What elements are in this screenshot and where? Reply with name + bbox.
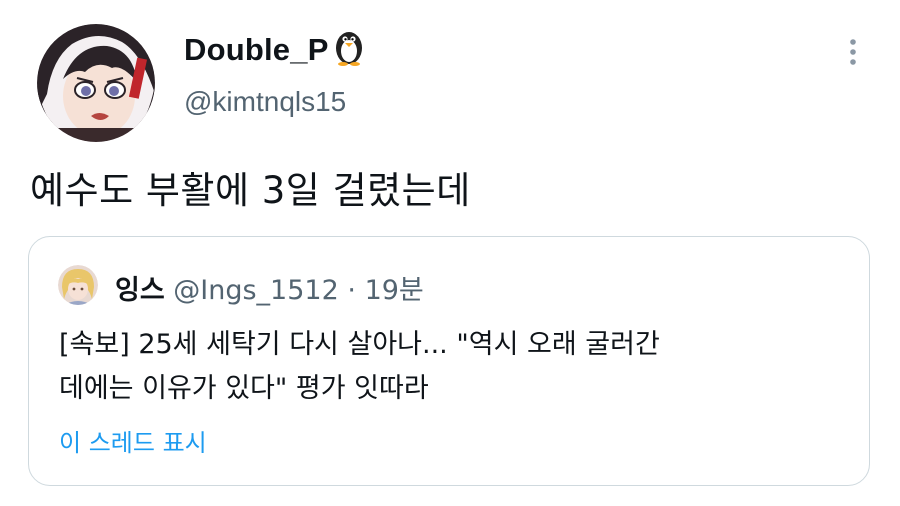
more-vertical-icon[interactable] (843, 34, 863, 70)
penguin-icon (332, 28, 366, 70)
author-handle[interactable]: @kimtnqls15 (184, 86, 346, 118)
quote-author-name[interactable]: 잉스 (115, 275, 165, 306)
quote-author-handle[interactable]: @Ings_1512 (173, 275, 339, 306)
author-name-row[interactable]: Double_P (184, 30, 366, 70)
tweet-text: 예수도 부활에 3일 걸렸는데 (30, 169, 471, 212)
quote-timestamp[interactable]: 19분 (365, 275, 424, 306)
author-avatar[interactable] (37, 24, 155, 142)
author-display-name[interactable]: Double_P (184, 32, 329, 68)
quote-text: [속보] 25세 세탁기 다시 살아나... "역시 오래 굴러간 데에는 이유… (59, 323, 660, 411)
quote-tweet-card[interactable]: 잉스 @Ings_1512 · 19분 [속보] 25세 세탁기 다시 살아나.… (28, 236, 870, 486)
quote-text-line: [속보] 25세 세탁기 다시 살아나... "역시 오래 굴러간 (59, 329, 660, 360)
quote-header: 잉스 @Ings_1512 · 19분 (115, 268, 424, 307)
quote-text-line: 데에는 이유가 있다" 평가 잇따라 (59, 373, 429, 404)
quote-author-avatar[interactable] (58, 265, 98, 305)
show-thread-link[interactable]: 이 스레드 표시 (59, 423, 207, 458)
separator-dot: · (347, 275, 356, 306)
